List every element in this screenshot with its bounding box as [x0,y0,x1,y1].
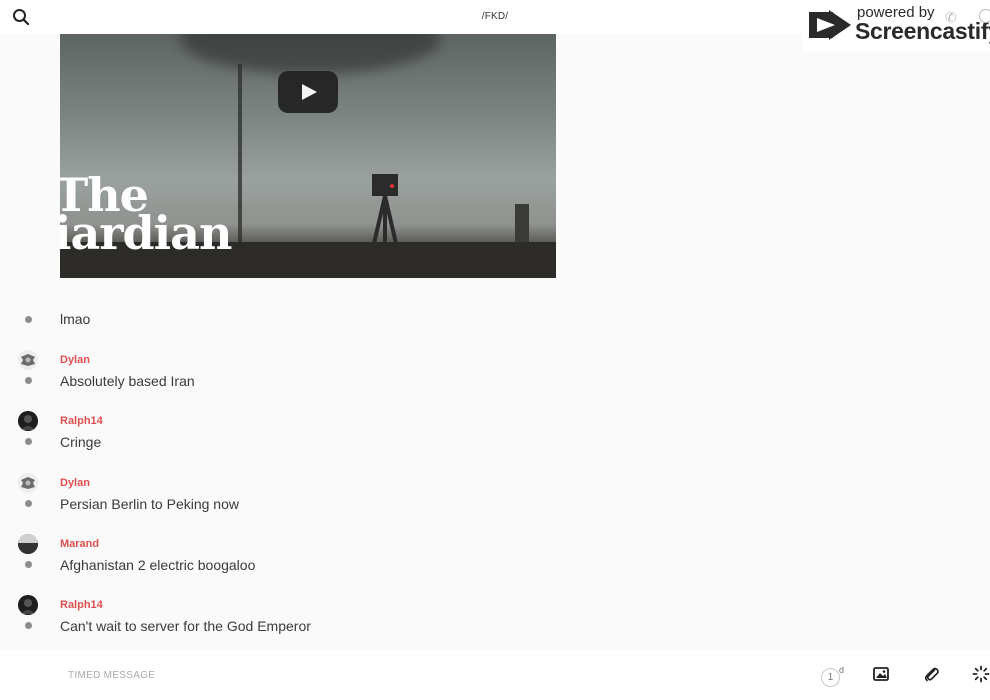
timed-message-input[interactable] [60,665,660,685]
phone-icon[interactable]: ✆ [945,9,957,26]
message-text: Can't wait to server for the God Emperor [60,618,311,634]
message-dot [25,500,32,507]
message-dot [25,316,32,323]
message-author[interactable]: Dylan [60,477,90,489]
avatar[interactable] [18,350,38,370]
video-watermark: The iardian [60,172,232,260]
timer-value: 1 [821,668,840,687]
screencastify-logo-icon [809,10,851,40]
user-photo-avatar-icon [18,411,38,431]
paperclip-icon [924,667,939,682]
timer-button[interactable]: 1 d [821,665,845,687]
message-item: Ralph14 Cringe [0,411,990,461]
info-icon[interactable] [979,9,990,23]
message-text: Absolutely based Iran [60,373,195,389]
avatar[interactable] [18,595,38,615]
loading-spinner-icon [972,665,990,683]
user-photo-avatar-icon [18,595,38,615]
attach-button[interactable] [922,665,942,685]
message-dot [25,438,32,445]
message-text: Persian Berlin to Peking now [60,496,239,512]
emblem-avatar-icon [18,350,38,370]
message-item: lmao [0,300,990,340]
image-icon [873,667,889,681]
message-text: Cringe [60,434,102,450]
message-text: lmao [60,311,91,327]
screencastify-watermark: powered by Screencastify ✆ [803,0,990,52]
message-item: Dylan Persian Berlin to Peking now [0,473,990,523]
play-icon [302,84,317,100]
message-author[interactable]: Ralph14 [60,415,103,427]
avatar[interactable] [18,411,38,431]
message-author[interactable]: Marand [60,538,99,550]
timer-unit: d [839,665,845,675]
watermark-line-2: iardian [60,206,232,260]
message-dot [25,377,32,384]
message-text: Afghanistan 2 electric boogaloo [60,557,256,573]
video-cloud [180,34,440,74]
message-item: Ralph14 Can't wait to server for the God… [0,595,990,645]
emblem-avatar-icon [18,473,38,493]
message-dot [25,622,32,629]
video-embed[interactable]: The iardian [60,34,556,278]
image-upload-button[interactable] [872,665,892,685]
message-dot [25,561,32,568]
brand-name: Screencastify [855,18,990,44]
avatar[interactable] [18,473,38,493]
message-item: Dylan Absolutely based Iran [0,350,990,400]
message-author[interactable]: Dylan [60,354,90,366]
message-item: Marand Afghanistan 2 electric boogaloo [0,534,990,584]
landscape-avatar-icon [18,534,38,554]
loading-button[interactable] [972,665,990,685]
message-composer: 1 d [0,650,990,700]
avatar[interactable] [18,534,38,554]
message-author[interactable]: Ralph14 [60,599,103,611]
play-button[interactable] [278,71,338,113]
